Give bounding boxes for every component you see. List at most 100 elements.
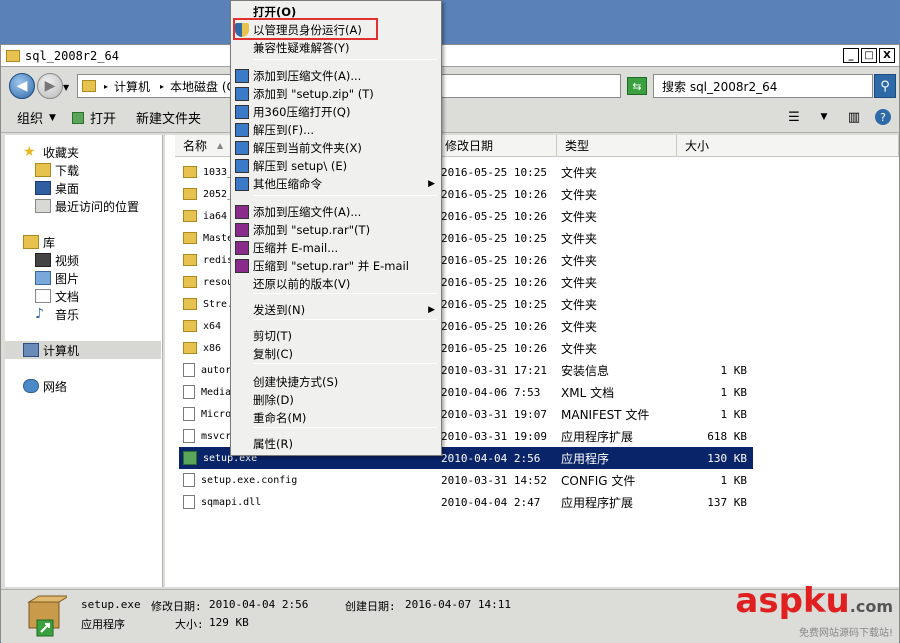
file-date: 2016-05-25 10:25	[441, 297, 547, 311]
file-date: 2010-03-31 19:07	[441, 407, 547, 421]
history-dropdown-icon[interactable]: ▼	[63, 83, 69, 92]
search-input[interactable]: 搜索 sql_2008r2_64	[653, 74, 873, 98]
file-icon	[183, 407, 195, 421]
menu-item-copy[interactable]: 复制(C)	[231, 345, 441, 363]
file-date: 2016-05-25 10:26	[441, 187, 547, 201]
details-filename: setup.exe	[81, 598, 141, 611]
sidebar-item-libraries[interactable]: 库	[23, 233, 55, 251]
document-icon	[35, 289, 51, 303]
sidebar-item-recent[interactable]: 最近访问的位置	[35, 197, 139, 215]
search-icon[interactable]: ⚲	[874, 74, 896, 98]
file-type: XML 文档	[561, 385, 615, 400]
file-name: x64	[203, 320, 222, 332]
breadcrumb-computer[interactable]: 计算机	[114, 78, 150, 95]
menu-item-add-to-setup-zip[interactable]: 添加到 "setup.zip" (T)	[231, 85, 441, 103]
column-header-date[interactable]: 修改日期	[437, 135, 557, 157]
file-type: CONFIG 文件	[561, 473, 636, 488]
menu-item-restore-previous-versions[interactable]: 还原以前的版本(V)	[231, 275, 441, 293]
folder-icon	[183, 210, 197, 222]
forward-button[interactable]: ▶	[37, 73, 63, 99]
chevron-down-icon[interactable]: ▼	[815, 109, 833, 125]
file-name-cell: sqmapi.dll	[183, 495, 261, 509]
sidebar-item-computer[interactable]: 计算机	[5, 341, 161, 359]
table-row[interactable]: sqmapi.dll 2010-04-04 2:47 应用程序扩展 137 KB	[179, 491, 753, 513]
sidebar-label: 收藏夹	[43, 145, 80, 160]
column-header-size[interactable]: 大小	[677, 135, 899, 157]
archive-icon	[235, 69, 249, 83]
close-button[interactable]: X	[879, 48, 895, 63]
column-header-type[interactable]: 类型	[557, 135, 677, 157]
sidebar-item-videos[interactable]: 视频	[35, 251, 79, 269]
menu-item-extract-to-setup[interactable]: 解压到 setup\ (E)	[231, 157, 441, 175]
file-name: x86	[203, 342, 222, 354]
sidebar-label: 计算机	[43, 343, 80, 358]
menu-item-compat-troubleshoot[interactable]: 兼容性疑难解答(Y)	[231, 39, 441, 57]
file-type: 安装信息	[561, 363, 610, 378]
sidebar-label: 最近访问的位置	[55, 199, 140, 214]
minimize-button[interactable]: _	[843, 48, 859, 63]
table-row[interactable]: setup.exe.config 2010-03-31 14:52 CONFIG 文…	[179, 469, 753, 491]
menu-item-add-to-archive-rar[interactable]: 添加到压缩文件(A)...	[231, 203, 441, 221]
menu-separator	[253, 427, 437, 428]
folder-icon	[183, 254, 197, 266]
organize-button[interactable]: 组织 ▼	[1, 108, 66, 127]
open-label: 打开	[89, 112, 116, 127]
menu-item-more-compress-commands[interactable]: 其他压缩命令 ▶	[231, 175, 441, 193]
file-name-cell: setup.exe.config	[183, 473, 297, 487]
menu-item-create-shortcut[interactable]: 创建快捷方式(S)	[231, 373, 441, 391]
menu-item-add-to-archive-360[interactable]: 添加到压缩文件(A)...	[231, 67, 441, 85]
folder-icon	[183, 188, 197, 200]
sidebar-item-music[interactable]: ♪ 音乐	[35, 305, 79, 323]
sidebar-item-pictures[interactable]: 图片	[35, 269, 79, 287]
file-size: 137 KB	[707, 495, 747, 509]
folder-icon	[183, 342, 197, 354]
maximize-button[interactable]: □	[861, 48, 877, 63]
sidebar-label: 库	[43, 235, 56, 250]
help-icon[interactable]: ?	[875, 109, 891, 125]
watermark: aspku.com 免费网站源码下载站!	[735, 584, 893, 639]
open-icon	[71, 111, 84, 124]
sidebar-item-favorites[interactable]: ★ 收藏夹	[23, 143, 79, 161]
menu-item-compress-and-email[interactable]: 压缩并 E-mail...	[231, 239, 441, 257]
file-date: 2010-04-06 7:53	[441, 385, 541, 399]
file-date: 2010-03-31 14:52	[441, 473, 547, 487]
file-date: 2016-05-25 10:26	[441, 275, 547, 289]
menu-item-open-with-360zip[interactable]: 用360压缩打开(Q)	[231, 103, 441, 121]
star-icon: ★	[23, 144, 36, 160]
column-label: 名称	[183, 139, 208, 153]
sidebar-label: 桌面	[55, 181, 80, 196]
sidebar-label: 视频	[55, 253, 80, 268]
sidebar-item-downloads[interactable]: 下载	[35, 161, 79, 179]
refresh-button[interactable]: ⇆	[627, 77, 647, 95]
video-icon	[35, 253, 51, 267]
menu-item-add-to-setup-rar[interactable]: 添加到 "setup.rar"(T)	[231, 221, 441, 239]
file-type: 文件夹	[561, 187, 598, 202]
menu-item-label: 添加到 "setup.rar"(T)	[253, 223, 371, 237]
sidebar-label: 下载	[55, 163, 80, 178]
menu-item-send-to[interactable]: 发送到(N) ▶	[231, 301, 441, 319]
sidebar-item-desktop[interactable]: 桌面	[35, 179, 79, 197]
menu-item-delete[interactable]: 删除(D)	[231, 391, 441, 409]
view-options-icon[interactable]: ☰	[785, 109, 803, 125]
application-icon	[183, 451, 197, 465]
menu-item-extract-here[interactable]: 解压到当前文件夹(X)	[231, 139, 441, 157]
file-name-cell: x64	[183, 320, 221, 332]
file-date: 2016-05-25 10:26	[441, 319, 547, 333]
preview-pane-icon[interactable]: ▥	[845, 109, 863, 125]
open-button[interactable]: 打开	[66, 108, 126, 127]
back-button[interactable]: ◀	[9, 73, 35, 99]
sidebar-item-network[interactable]: 网络	[23, 377, 67, 395]
file-date: 2016-05-25 10:25	[441, 165, 547, 179]
chevron-down-icon: ▼	[49, 112, 56, 123]
menu-item-compress-rar-and-email[interactable]: 压缩到 "setup.rar" 并 E-mail	[231, 257, 441, 275]
new-folder-button[interactable]: 新建文件夹	[126, 108, 211, 127]
menu-item-extract-to[interactable]: 解压到(F)...	[231, 121, 441, 139]
menu-item-rename[interactable]: 重命名(M)	[231, 409, 441, 427]
sidebar-item-documents[interactable]: 文档	[35, 287, 79, 305]
menu-separator	[253, 363, 437, 364]
menu-item-cut[interactable]: 剪切(T)	[231, 327, 441, 345]
menu-item-label: 压缩到 "setup.rar" 并 E-mail	[253, 259, 409, 273]
menu-item-properties[interactable]: 属性(R)	[231, 435, 441, 453]
archive-icon	[235, 205, 249, 219]
details-created-label: 创建日期:	[345, 600, 396, 613]
